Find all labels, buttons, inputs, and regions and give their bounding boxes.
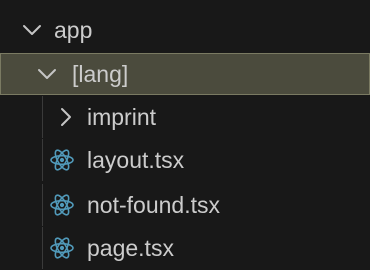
tree-item-imprint-folder[interactable]: imprint [0, 96, 370, 138]
indent-guide [42, 227, 43, 269]
tree-item-page-file[interactable]: page.tsx [0, 227, 370, 269]
chevron-down-icon[interactable] [20, 18, 44, 42]
tree-item-label: [lang] [72, 61, 129, 87]
tree-item-layout-file[interactable]: layout.tsx [0, 139, 370, 181]
react-icon [49, 147, 75, 173]
react-icon [49, 192, 75, 218]
tree-item-label: page.tsx [87, 235, 174, 261]
chevron-right-icon[interactable] [54, 105, 78, 129]
tree-item-app[interactable]: app [0, 9, 370, 51]
tree-item-label: not-found.tsx [87, 192, 220, 218]
tree-item-label: imprint [87, 104, 157, 130]
file-explorer-tree: app [lang] imprint layout.tsx not-found.… [0, 0, 370, 270]
indent-guide [42, 139, 43, 181]
indent-guide [42, 96, 43, 138]
tree-item-not-found-file[interactable]: not-found.tsx [0, 184, 370, 226]
tree-item-lang-folder[interactable]: [lang] [0, 53, 370, 95]
react-icon [49, 235, 75, 261]
chevron-down-icon[interactable] [35, 62, 59, 86]
tree-item-label: app [54, 17, 93, 43]
indent-guide [42, 184, 43, 226]
tree-item-label: layout.tsx [87, 147, 185, 173]
